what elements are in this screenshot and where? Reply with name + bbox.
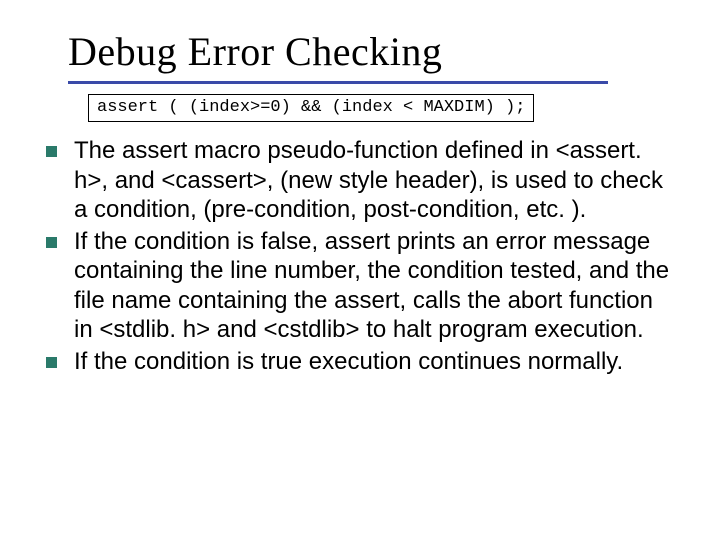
slide-title: Debug Error Checking [68, 28, 674, 75]
bullet-text: If the condition is true execution conti… [74, 348, 623, 375]
list-item: If the condition is true execution conti… [40, 347, 674, 377]
square-bullet-icon [46, 146, 57, 157]
list-item: If the condition is false, assert prints… [40, 227, 674, 345]
bullet-text: If the condition is false, assert prints… [74, 228, 669, 344]
code-snippet: assert ( (index>=0) && (index < MAXDIM) … [88, 94, 534, 122]
bullet-list: The assert macro pseudo-function defined… [40, 136, 674, 376]
list-item: The assert macro pseudo-function defined… [40, 136, 674, 225]
bullet-text: The assert macro pseudo-function defined… [74, 137, 663, 223]
square-bullet-icon [46, 237, 57, 248]
square-bullet-icon [46, 357, 57, 368]
title-underline [68, 81, 608, 84]
slide: Debug Error Checking assert ( (index>=0)… [0, 0, 720, 540]
